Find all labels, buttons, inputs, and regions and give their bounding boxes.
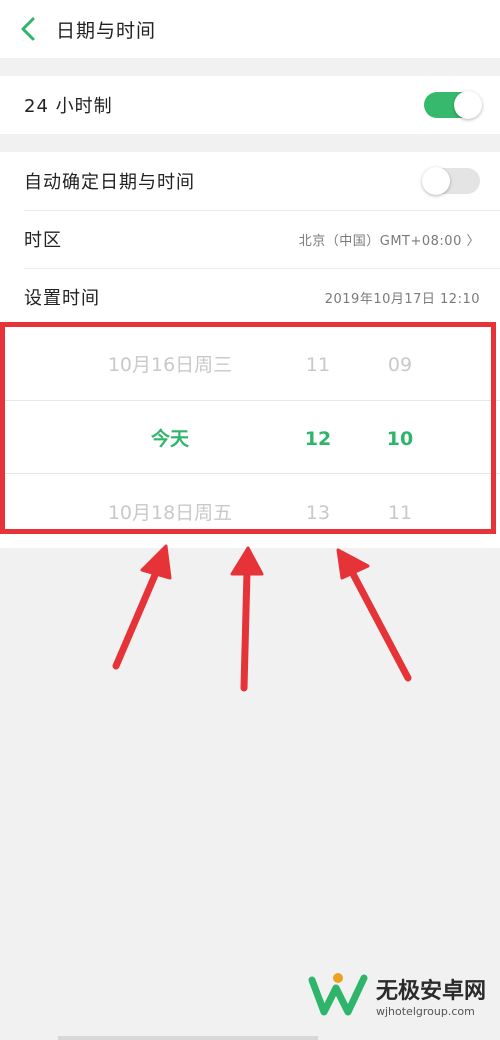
page-title: 日期与时间 bbox=[56, 19, 157, 42]
nav-gesture-bar bbox=[58, 1036, 318, 1040]
timezone-value: 北京（中国）GMT+08:00 〉 bbox=[298, 233, 480, 249]
auto-datetime-toggle[interactable] bbox=[422, 167, 480, 195]
watermark-title: 无极安卓网 bbox=[375, 978, 486, 1004]
arrow-hour-icon bbox=[240, 568, 251, 692]
auto-datetime-label: 自动确定日期与时间 bbox=[24, 172, 195, 193]
hour24-toggle[interactable] bbox=[424, 91, 482, 119]
arrow-minute-icon bbox=[348, 568, 412, 682]
chevron-left-icon bbox=[21, 17, 35, 41]
back-button[interactable] bbox=[0, 0, 56, 58]
timezone-label: 时区 bbox=[24, 230, 62, 251]
toggle-knob bbox=[422, 167, 450, 195]
hour24-row[interactable]: 24 小时制 bbox=[0, 76, 500, 134]
hour24-card: 24 小时制 bbox=[0, 76, 500, 134]
set-time-row[interactable]: 设置时间 2019年10月17日 12:10 bbox=[0, 268, 500, 326]
watermark-url: wjhotelgroup.com bbox=[375, 1004, 475, 1018]
set-time-label: 设置时间 bbox=[24, 288, 100, 309]
toggle-knob bbox=[454, 91, 482, 119]
watermark-logo-icon bbox=[308, 973, 368, 1016]
datetime-card: 自动确定日期与时间 时区 北京（中国）GMT+08:00 〉 设置时间 2019… bbox=[0, 152, 500, 326]
header-bar: 日期与时间 bbox=[0, 0, 500, 58]
arrow-date-icon bbox=[112, 564, 162, 670]
hour24-label: 24 小时制 bbox=[24, 96, 113, 117]
timezone-row[interactable]: 时区 北京（中国）GMT+08:00 〉 bbox=[0, 210, 500, 268]
annotation-arrows bbox=[112, 544, 412, 692]
set-time-value: 2019年10月17日 12:10 bbox=[324, 291, 480, 307]
watermark: 无极安卓网 wjhotelgroup.com bbox=[308, 970, 486, 1020]
annotation-highlight-box bbox=[0, 322, 496, 534]
auto-datetime-row[interactable]: 自动确定日期与时间 bbox=[0, 152, 500, 210]
